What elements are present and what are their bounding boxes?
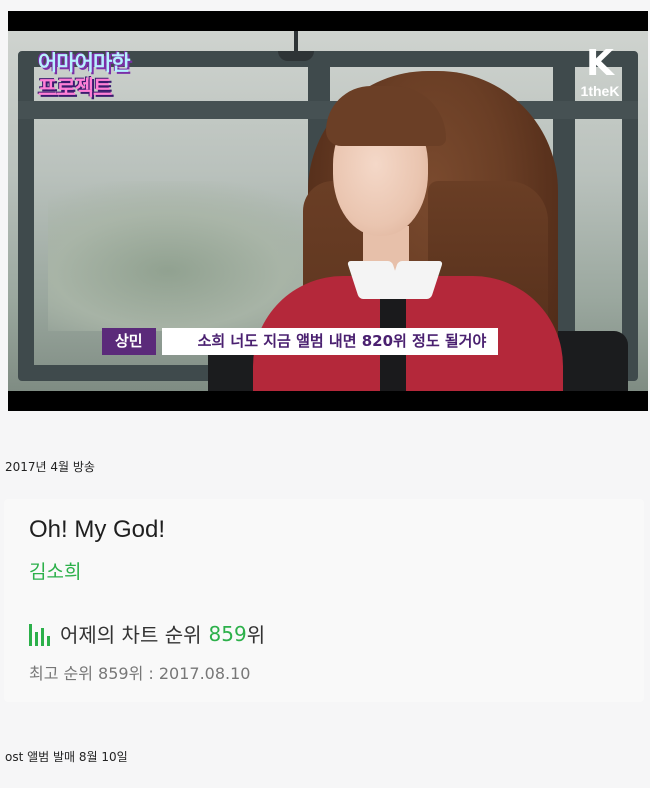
artist-name[interactable]: 김소희 [29,557,81,584]
show-logo: 어마어마한 프로젝트 [38,51,131,100]
song-card[interactable]: Oh! My God! 김소희 어제의 차트 순위 859 위 최고 순위 85… [4,499,644,702]
chart-bars-icon [29,622,51,646]
peak-rank: 최고 순위 859위 : 2017.08.10 [29,664,251,683]
channel-logo: K 1theK [580,43,620,100]
video-still: 어마어마한 프로젝트 K 1theK 상민 소희 너도 지금 앨범 내면 820… [8,11,648,411]
video-subtitle: 상민 소희 너도 지금 앨범 내면 820위 정도 될거야 [102,328,499,355]
song-title[interactable]: Oh! My God! [29,516,165,544]
broadcast-caption: 2017년 4월 방송 [5,460,95,474]
subtitle-text: 소희 너도 지금 앨범 내면 820위 정도 될거야 [161,328,499,355]
chart-rank-value: 859 [208,621,247,646]
chart-rank-suffix: 위 [246,623,266,647]
release-caption: ost 앨범 발매 8월 10일 [5,750,128,764]
chart-rank-row: 어제의 차트 순위 859 위 [29,619,265,648]
chart-label: 어제의 차트 순위 [60,623,202,647]
subtitle-speaker: 상민 [102,328,156,355]
